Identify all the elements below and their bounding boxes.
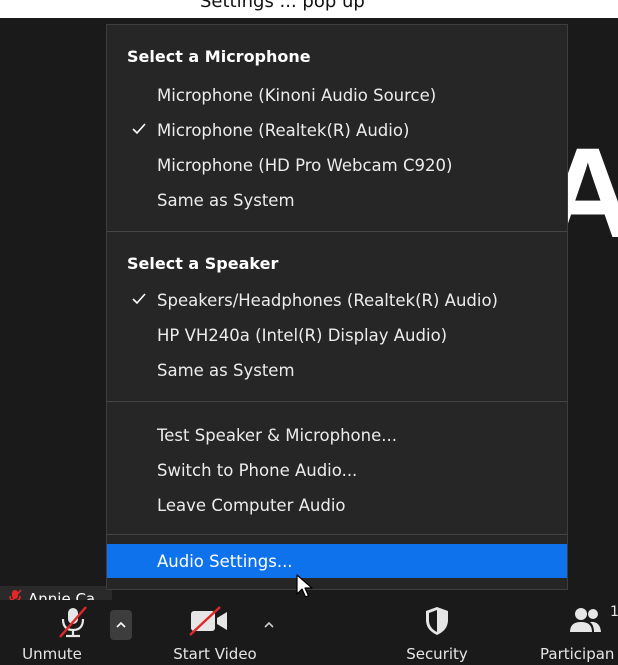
menu-item-label: Same as System — [157, 360, 295, 380]
menu-item-label: HP VH240a (Intel(R) Display Audio) — [157, 325, 448, 345]
security-button[interactable]: Security — [394, 600, 480, 665]
checkmark-icon — [131, 291, 147, 307]
menu-item-label: Leave Computer Audio — [157, 495, 346, 515]
menu-item-speaker-realtek[interactable]: Speakers/Headphones (Realtek(R) Audio) — [107, 283, 567, 317]
menu-item-label: Microphone (Realtek(R) Audio) — [157, 120, 410, 140]
audio-options-chevron[interactable] — [110, 610, 132, 640]
microphone-section-header: Select a Microphone — [127, 47, 311, 66]
checkmark-icon — [131, 121, 147, 137]
menu-divider — [107, 231, 567, 232]
unmute-label: Unmute — [22, 645, 82, 663]
menu-divider — [107, 534, 567, 535]
menu-item-microphone-webcam[interactable]: Microphone (HD Pro Webcam C920) — [107, 148, 567, 182]
security-label: Security — [406, 645, 468, 663]
meeting-toolbar: Unmute Start Video Security 1 Participan — [0, 600, 618, 665]
participants-label: Participan — [540, 645, 615, 663]
menu-item-microphone-realtek[interactable]: Microphone (Realtek(R) Audio) — [107, 113, 567, 147]
menu-item-label: Test Speaker & Microphone... — [157, 425, 397, 445]
chevron-up-icon — [264, 622, 274, 628]
menu-item-leave-computer-audio[interactable]: Leave Computer Audio — [107, 488, 567, 522]
participants-count: 1 — [610, 604, 618, 620]
participants-button[interactable]: 1 Participan — [536, 600, 618, 665]
menu-item-label: Microphone (HD Pro Webcam C920) — [157, 155, 453, 175]
menu-divider — [107, 401, 567, 402]
video-off-icon — [188, 606, 230, 640]
speaker-section-header: Select a Speaker — [127, 254, 279, 273]
participants-icon — [568, 606, 604, 638]
menu-item-switch-phone-audio[interactable]: Switch to Phone Audio... — [107, 453, 567, 487]
menu-item-label: Audio Settings... — [157, 551, 293, 571]
start-video-label: Start Video — [173, 645, 257, 663]
menu-item-speaker-hp[interactable]: HP VH240a (Intel(R) Display Audio) — [107, 318, 567, 352]
menu-item-test-speaker-microphone[interactable]: Test Speaker & Microphone... — [107, 418, 567, 452]
start-video-button[interactable]: Start Video — [160, 600, 270, 665]
menu-item-label: Speakers/Headphones (Realtek(R) Audio) — [157, 290, 498, 310]
menu-item-label: Same as System — [157, 190, 295, 210]
audio-options-menu: Select a Microphone Microphone (Kinoni A… — [106, 24, 568, 590]
menu-item-label: Switch to Phone Audio... — [157, 460, 358, 480]
menu-item-label: Microphone (Kinoni Audio Source) — [157, 85, 437, 105]
chevron-up-icon — [116, 622, 126, 628]
shield-icon — [424, 606, 450, 640]
mouse-pointer-icon — [296, 574, 314, 604]
background-window-strip: Settings ... pop up — [0, 0, 618, 18]
menu-item-speaker-same-as-system[interactable]: Same as System — [107, 353, 567, 387]
background-partial-text: Settings ... pop up — [200, 0, 365, 12]
menu-item-microphone-kinoni[interactable]: Microphone (Kinoni Audio Source) — [107, 78, 567, 112]
menu-item-microphone-same-as-system[interactable]: Same as System — [107, 183, 567, 217]
microphone-muted-icon — [56, 606, 90, 642]
menu-item-audio-settings[interactable]: Audio Settings... — [107, 544, 567, 578]
video-options-chevron[interactable] — [258, 610, 280, 640]
